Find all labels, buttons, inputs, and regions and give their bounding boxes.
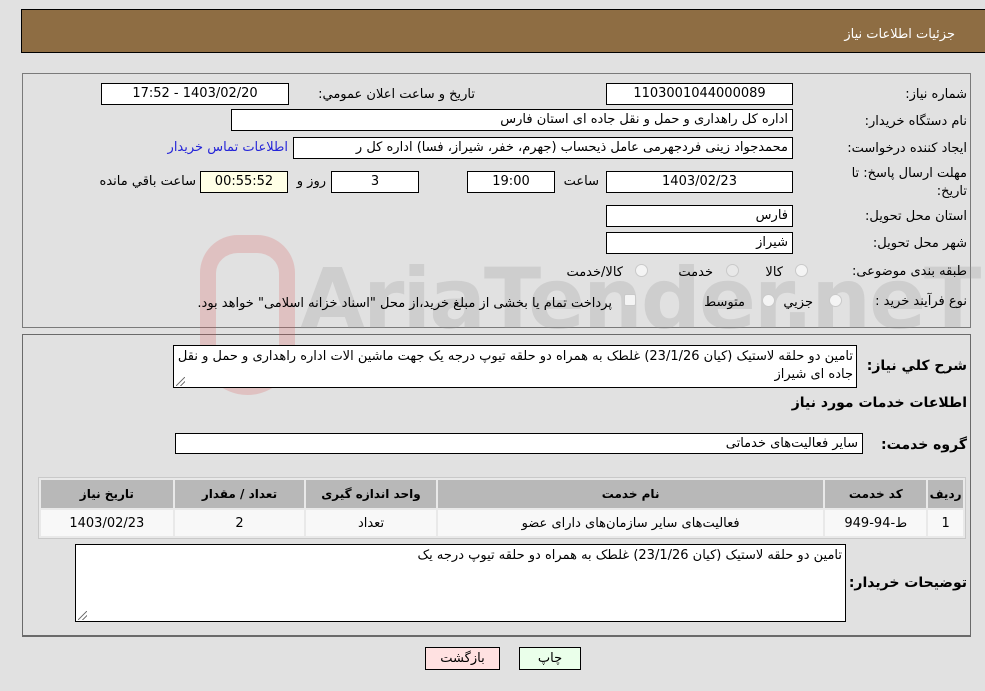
process-label: نوع فرآیند خرید : bbox=[875, 294, 967, 309]
buyer-notes-text: تامین دو حلقه لاستیک (کیان 23/1/26) غلطک… bbox=[417, 548, 842, 563]
summary-label: شرح کلي نیاز: bbox=[866, 358, 967, 374]
buyer-org-label: نام دستگاه خریدار: bbox=[864, 114, 967, 129]
table-header-row: ردیف کد خدمت نام خدمت واحد اندازه گیری ت… bbox=[41, 480, 963, 508]
service-group-label: گروه خدمت: bbox=[881, 437, 967, 453]
creator-field[interactable]: محمدجواد زینی فردجهرمی عامل ذیحساب (جهرم… bbox=[293, 137, 793, 159]
province-label: استان محل تحویل: bbox=[865, 209, 967, 224]
buyer-org-field[interactable]: اداره کل راهداری و حمل و نقل جاده ای است… bbox=[231, 109, 793, 131]
city-label: شهر محل تحویل: bbox=[872, 236, 967, 251]
cell-quantity: 2 bbox=[174, 510, 305, 536]
treasury-note: پرداخت تمام یا بخشی از مبلغ خرید،از محل … bbox=[197, 296, 612, 311]
announce-datetime-field[interactable]: 1403/02/20 - 17:52 bbox=[101, 83, 289, 105]
page-header: جزئیات اطلاعات نیاز bbox=[21, 9, 985, 53]
deadline-time-field[interactable]: 19:00 bbox=[467, 171, 555, 193]
category-radio-goods[interactable] bbox=[795, 264, 808, 277]
category-option-goods: کالا bbox=[765, 265, 783, 280]
buyer-notes-label: توضیحات خریدار: bbox=[848, 575, 967, 591]
process-radio-medium[interactable] bbox=[762, 294, 775, 307]
col-header-quantity: تعداد / مقدار bbox=[174, 480, 305, 508]
process-option-medium: متوسط bbox=[704, 295, 745, 310]
deadline-label: مهلت ارسال پاسخ: تا تاریخ: bbox=[851, 166, 967, 199]
col-header-service-name: نام خدمت bbox=[437, 480, 824, 508]
service-group-field[interactable]: سایر فعالیت‌های خدماتی bbox=[175, 433, 863, 454]
days-field[interactable]: 3 bbox=[331, 171, 419, 193]
services-table: ردیف کد خدمت نام خدمت واحد اندازه گیری ت… bbox=[38, 477, 966, 539]
category-radio-service[interactable] bbox=[726, 264, 739, 277]
deadline-date-field[interactable]: 1403/02/23 bbox=[606, 171, 793, 193]
cell-row-number: 1 bbox=[928, 510, 963, 536]
province-field[interactable]: فارس bbox=[606, 205, 793, 227]
col-header-service-code: کد خدمت bbox=[825, 480, 927, 508]
cell-service-name: فعالیت‌های سایر سازمان‌های دارای عضو bbox=[437, 510, 824, 536]
need-number-field[interactable]: 1103001044000089 bbox=[606, 83, 793, 105]
process-radio-minor[interactable] bbox=[829, 294, 842, 307]
days-label: روز و bbox=[296, 174, 326, 189]
col-header-row-number: ردیف bbox=[928, 480, 963, 508]
category-option-goods-service: کالا/خدمت bbox=[566, 265, 623, 280]
print-button[interactable]: چاپ bbox=[519, 647, 581, 670]
resize-grip-icon[interactable] bbox=[176, 377, 185, 386]
buyer-notes-textarea[interactable]: تامین دو حلقه لاستیک (کیان 23/1/26) غلطک… bbox=[75, 544, 846, 622]
services-heading: اطلاعات خدمات مورد نیاز bbox=[791, 395, 967, 411]
summary-text: تامین دو حلقه لاستیک (کیان 23/1/26) غلطک… bbox=[177, 349, 853, 382]
col-header-unit: واحد اندازه گیری bbox=[306, 480, 436, 508]
need-number-label: شماره نیاز: bbox=[905, 87, 967, 102]
cell-service-code: ط-94-949 bbox=[825, 510, 927, 536]
treasury-checkbox[interactable] bbox=[624, 294, 636, 306]
category-option-service: خدمت bbox=[678, 265, 713, 280]
deadline-time-label: ساعت bbox=[563, 174, 599, 189]
city-field[interactable]: شیراز bbox=[606, 232, 793, 254]
announce-label: تاریخ و ساعت اعلان عمومي: bbox=[318, 87, 475, 102]
resize-grip-icon[interactable] bbox=[78, 611, 87, 620]
cell-need-date: 1403/02/23 bbox=[41, 510, 173, 536]
table-row: 1 ط-94-949 فعالیت‌های سایر سازمان‌های دا… bbox=[41, 510, 963, 536]
process-option-minor: جزيي bbox=[783, 295, 813, 310]
buyer-contact-link[interactable]: اطلاعات تماس خریدار bbox=[168, 140, 288, 155]
back-button[interactable]: بازگشت bbox=[425, 647, 500, 670]
page-title: جزئیات اطلاعات نیاز bbox=[844, 27, 955, 42]
category-radio-goods-service[interactable] bbox=[635, 264, 648, 277]
remaining-time-field: 00:55:52 bbox=[200, 171, 288, 193]
summary-textarea[interactable]: تامین دو حلقه لاستیک (کیان 23/1/26) غلطک… bbox=[173, 345, 857, 388]
cell-unit: تعداد bbox=[306, 510, 436, 536]
creator-label: ایجاد کننده درخواست: bbox=[847, 141, 967, 156]
col-header-need-date: تاریخ نیاز bbox=[41, 480, 173, 508]
category-label: طبقه بندی موضوعی: bbox=[851, 264, 967, 279]
remaining-time-label: ساعت باقي مانده bbox=[99, 174, 196, 189]
